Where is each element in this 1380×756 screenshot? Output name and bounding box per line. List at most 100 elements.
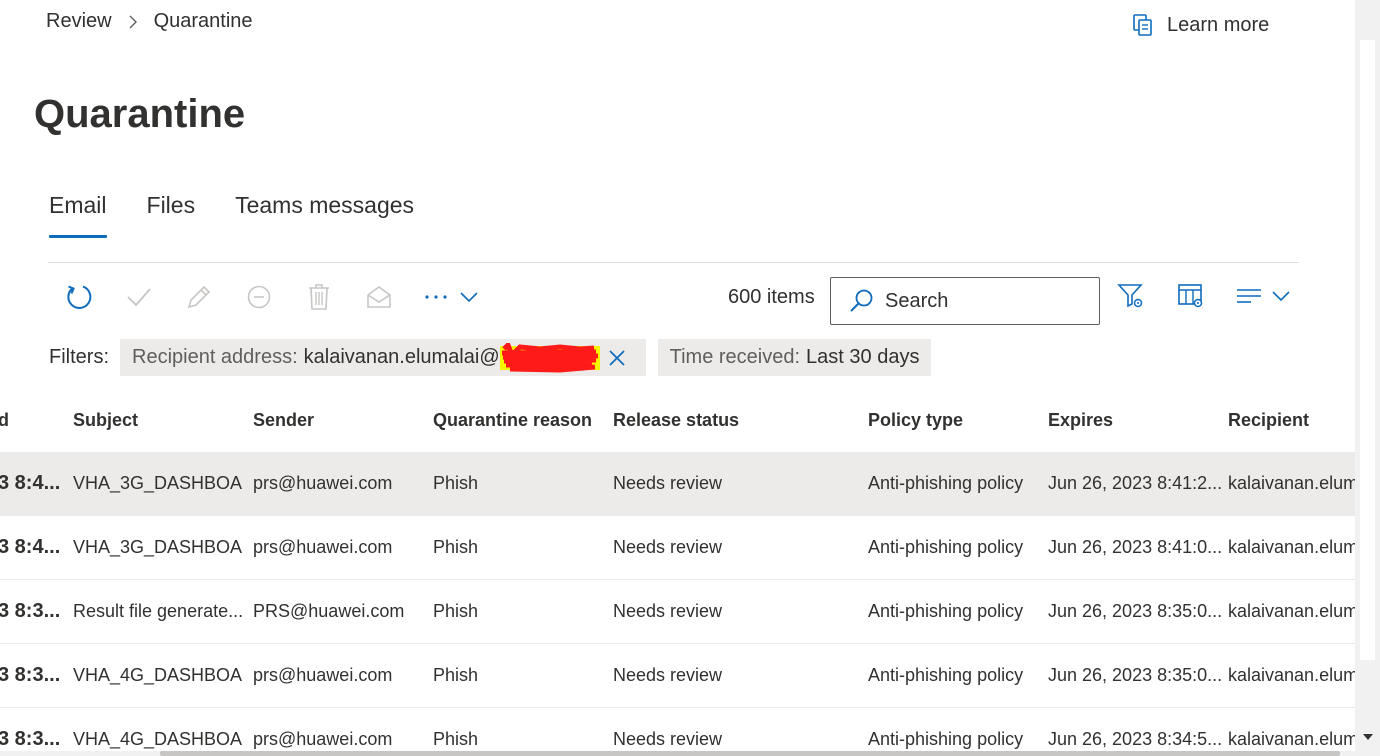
horizontal-scrollbar[interactable] [0,751,1355,756]
list-lines-icon [1237,289,1261,303]
filter-key: Time received: [669,346,801,368]
customize-columns-button[interactable] [1176,280,1206,312]
cell-recipient: kalaivanan.elum [1228,665,1355,685]
tab-teams-messages[interactable]: Teams messages [235,192,414,238]
chevron-right-icon [128,14,138,30]
search-placeholder: Search [885,289,949,312]
cell-policy-type: Anti-phishing policy [868,729,1024,749]
scrollbar-thumb[interactable] [1360,40,1375,660]
more-icon [425,295,447,299]
scrollbar-thumb[interactable] [160,751,1340,756]
more-actions-button[interactable] [424,292,478,302]
cell-quarantine-reason: Phish [433,729,479,749]
cell-expires: Jun 26, 2023 8:41:0... [1048,537,1223,557]
quarantine-table: d Subject Sender Quarantine reason Relea… [0,388,1355,756]
cell-quarantine-reason: Phish [433,665,479,685]
refresh-icon [67,285,92,309]
search-input[interactable]: Search [830,277,1100,325]
filter-key: Recipient address: [132,346,298,368]
table-body: 3 8:4... VHA_3G_DASHBOA... prs@huawei.com P… [0,452,1355,756]
cell-expires: Jun 26, 2023 8:35:0... [1048,665,1223,685]
edit-icon [187,285,211,309]
cell-release-status: Needs review [613,537,723,557]
cell-recipient: kalaivanan.elum [1228,473,1355,493]
cell-release-status: Needs review [613,601,723,621]
cell-expires: Jun 26, 2023 8:34:5... [1048,729,1223,749]
table-header: d Subject Sender Quarantine reason Relea… [0,388,1355,452]
copy-pages-icon [1131,13,1155,37]
chevron-down-icon [1272,291,1290,301]
column-header-subject[interactable]: Subject [73,410,138,431]
filter-settings-icon [1117,284,1143,308]
table-row[interactable]: 3 8:3... Result file generate... PRS@huawe… [0,580,1355,644]
cell-expires: Jun 26, 2023 8:41:2... [1048,473,1223,493]
column-header-expires[interactable]: Expires [1048,410,1113,431]
vertical-scrollbar[interactable] [1355,0,1380,756]
delete-button[interactable] [304,279,334,315]
view-tools [1116,280,1290,312]
table-settings-icon [1178,284,1203,308]
learn-more-link[interactable]: Learn more [1131,13,1269,37]
cell-sender: prs@huawei.com [253,729,393,749]
release-button[interactable] [124,279,154,315]
cell-recipient: kalaivanan.elum [1228,601,1355,621]
cell-release-status: Needs review [613,665,723,685]
refresh-button[interactable] [64,279,94,315]
filter-value: Last 30 days [806,346,920,368]
cell-sender: PRS@huawei.com [253,601,405,621]
group-by-button[interactable] [1236,285,1290,307]
table-row[interactable]: 3 8:4... VHA_3G_DASHBOA... prs@huawei.com P… [0,452,1355,516]
envelope-open-icon [367,286,391,308]
cell-policy-type: Anti-phishing policy [868,601,1024,621]
learn-more-label: Learn more [1167,13,1270,36]
delete-icon [309,284,329,310]
cell-sender: prs@huawei.com [253,473,393,493]
table-row[interactable]: 3 8:3... VHA_4G_DASHBOA... prs@huawei.com P… [0,644,1355,708]
column-header-sender[interactable]: Sender [253,410,314,431]
column-header-release-status[interactable]: Release status [613,410,739,431]
cell-subject: Result file generate... [73,601,243,621]
filter-pill-recipient[interactable]: Recipient address: kalaivanan.elumalai@ [120,339,646,376]
block-sender-button[interactable] [244,279,274,315]
cell-quarantine-reason: Phish [433,473,479,493]
table-row[interactable]: 3 8:3... VHA_4G_DASHBOA... prs@huawei.com P… [0,708,1355,756]
divider [48,262,1299,263]
cell-policy-type: Anti-phishing policy [868,665,1024,685]
breadcrumb-review[interactable]: Review [46,10,112,33]
column-header-time[interactable]: d [0,410,9,431]
search-icon [847,287,875,315]
column-header-recipient[interactable]: Recipient [1228,410,1309,431]
tab-bar: Email Files Teams messages [49,192,454,238]
edit-button[interactable] [184,279,214,315]
cell-recipient: kalaivanan.elum [1228,729,1355,749]
cell-time: 3 8:3... [0,664,61,686]
cell-quarantine-reason: Phish [433,537,479,557]
cell-quarantine-reason: Phish [433,601,479,621]
cell-subject: VHA_3G_DASHBOA... [73,473,243,493]
column-header-policy-type[interactable]: Policy type [868,410,963,431]
quarantine-page: Review Quarantine Learn more Quarantine … [0,0,1355,756]
cell-time: 3 8:4... [0,536,61,558]
tab-files[interactable]: Files [147,192,196,238]
tab-email[interactable]: Email [49,192,107,238]
cell-expires: Jun 26, 2023 8:35:0... [1048,601,1223,621]
filters-label: Filters: [49,346,109,368]
filter-button[interactable] [1116,280,1146,312]
block-icon [247,285,271,309]
column-header-quarantine-reason[interactable]: Quarantine reason [433,410,592,431]
scroll-down-arrow-icon[interactable] [1360,730,1375,744]
close-icon[interactable] [608,349,626,367]
cell-time: 3 8:3... [0,600,61,622]
filters-bar: Filters: Recipient address: kalaivanan.e… [49,339,943,376]
cell-release-status: Needs review [613,729,723,749]
page-title: Quarantine [34,92,246,136]
cell-subject: VHA_3G_DASHBOA... [73,537,243,557]
preview-button[interactable] [364,279,394,315]
cell-recipient: kalaivanan.elum [1228,537,1355,557]
cell-time: 3 8:3... [0,728,61,750]
cell-policy-type: Anti-phishing policy [868,473,1024,493]
cell-subject: VHA_4G_DASHBOA... [73,729,243,749]
command-bar [64,278,478,316]
table-row[interactable]: 3 8:4... VHA_3G_DASHBOA... prs@huawei.com P… [0,516,1355,580]
filter-pill-time-received[interactable]: Time received: Last 30 days [657,339,932,376]
